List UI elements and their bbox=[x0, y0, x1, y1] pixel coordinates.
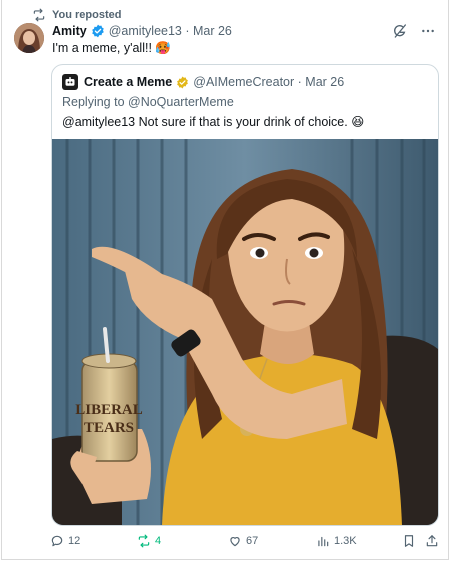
can-label-line-1: LIBERAL bbox=[75, 402, 143, 418]
more-icon[interactable] bbox=[420, 23, 436, 39]
quoted-text: @amitylee13 Not sure if that is your dri… bbox=[62, 115, 365, 129]
views-count: 1.3K bbox=[334, 535, 357, 547]
reply-button[interactable]: 12 bbox=[50, 534, 80, 548]
like-count: 67 bbox=[246, 535, 259, 547]
repost-count: 4 bbox=[155, 535, 162, 547]
quoted-tweet[interactable]: Create a Meme @AIMemeCreator · Mar 26 Re… bbox=[51, 64, 439, 526]
grok-icon[interactable] bbox=[392, 23, 408, 39]
repost-button[interactable]: 4 bbox=[137, 534, 161, 548]
tweet-text: I'm a meme, y'all!! 🥵 bbox=[52, 41, 171, 55]
heart-icon bbox=[230, 537, 240, 547]
gold-verified-badge-icon[interactable] bbox=[176, 76, 189, 89]
reply-count: 12 bbox=[68, 535, 81, 547]
analytics-icon bbox=[318, 536, 329, 547]
tweet-header: Amity @amitylee13 · Mar 26 bbox=[52, 23, 436, 39]
quoted-separator-dot: · bbox=[294, 75, 306, 89]
quoted-date[interactable]: Mar 26 bbox=[305, 75, 344, 89]
repost-banner-text: You reposted bbox=[52, 9, 122, 21]
verified-badge-icon[interactable] bbox=[91, 24, 105, 38]
quoted-avatar[interactable] bbox=[62, 74, 78, 90]
quoted-handle[interactable]: @AIMemeCreator bbox=[193, 75, 294, 89]
repost-icon bbox=[33, 8, 45, 22]
repost-banner: You reposted bbox=[32, 8, 121, 22]
author-handle[interactable]: @amitylee13 bbox=[109, 24, 182, 38]
like-button[interactable]: 67 bbox=[228, 534, 258, 548]
replying-to: Replying to @NoQuarterMeme bbox=[62, 95, 234, 109]
author-name[interactable]: Amity bbox=[52, 24, 87, 38]
tweet-date[interactable]: Mar 26 bbox=[193, 24, 232, 38]
bookmark-icon bbox=[404, 535, 414, 547]
can-label-line-2: TEARS bbox=[84, 420, 134, 436]
action-bar: 12 4 67 1.3K bbox=[50, 534, 442, 552]
tweet-card[interactable]: You reposted Amity @amitylee13 · Mar 26 … bbox=[1, 0, 449, 560]
replying-to-label: Replying to bbox=[62, 95, 129, 109]
bookmark-button[interactable] bbox=[402, 534, 416, 548]
meme-bot-icon bbox=[65, 77, 75, 86]
share-icon bbox=[426, 535, 438, 547]
reply-icon bbox=[51, 535, 63, 547]
repost-icon bbox=[138, 534, 150, 548]
quoted-header: Create a Meme @AIMemeCreator · Mar 26 bbox=[62, 74, 344, 90]
separator-dot: · bbox=[181, 24, 193, 38]
meme-image[interactable]: LIBERAL TEARS bbox=[52, 139, 438, 526]
quoted-author-name[interactable]: Create a Meme bbox=[84, 75, 172, 89]
views-button[interactable]: 1.3K bbox=[316, 534, 357, 548]
replying-to-handle[interactable]: @NoQuarterMeme bbox=[128, 95, 234, 109]
avatar[interactable] bbox=[14, 23, 44, 53]
share-button[interactable] bbox=[425, 534, 439, 548]
